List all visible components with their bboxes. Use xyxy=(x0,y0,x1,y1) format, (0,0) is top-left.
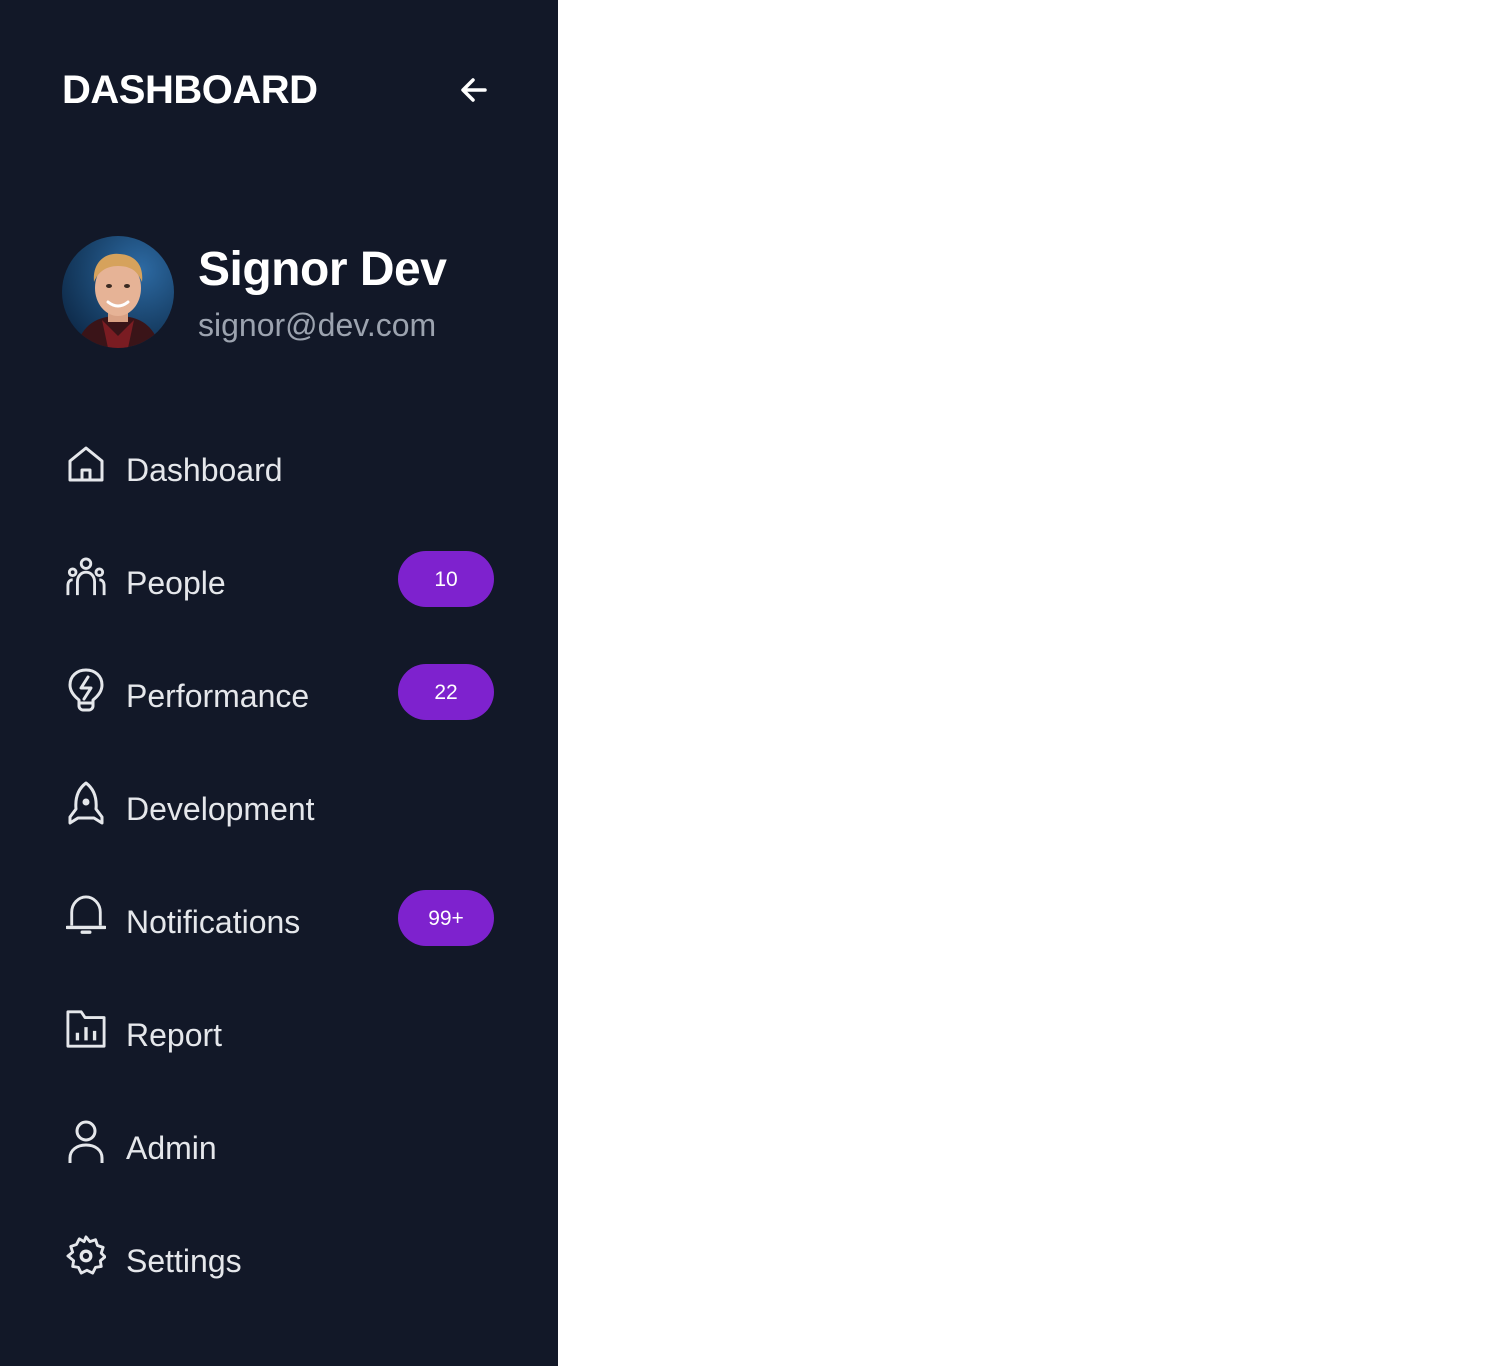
sidebar-item-label: People xyxy=(126,565,226,601)
main-content xyxy=(558,0,1492,1366)
sidebar-item-label: Notifications xyxy=(126,904,301,940)
sidebar-item-dashboard[interactable]: Dashboard xyxy=(62,432,494,545)
user-name: Signor Dev xyxy=(198,243,447,296)
home-icon xyxy=(66,442,106,486)
rocket-icon xyxy=(66,781,106,825)
sidebar-item-development[interactable]: Development xyxy=(62,771,494,884)
gear-icon xyxy=(66,1233,106,1277)
collapse-sidebar-button[interactable] xyxy=(454,70,494,110)
avatar[interactable] xyxy=(62,236,174,348)
sidebar-item-settings[interactable]: Settings xyxy=(62,1223,494,1336)
chart-icon xyxy=(66,1007,106,1051)
sidebar-item-report[interactable]: Report xyxy=(62,997,494,1110)
sidebar-item-label: Report xyxy=(126,1017,223,1053)
people-icon xyxy=(66,555,106,599)
sidebar: DASHBOARD Signor Dev signor@dev.com Dash… xyxy=(0,0,558,1366)
sidebar-item-label: Admin xyxy=(126,1130,217,1166)
sidebar-item-notifications[interactable]: Notifications 99+ xyxy=(62,884,494,997)
sidebar-item-label: Development xyxy=(126,791,315,827)
count-badge: 10 xyxy=(398,551,494,607)
user-email: signor@dev.com xyxy=(198,307,437,343)
sidebar-item-label: Dashboard xyxy=(126,452,283,488)
count-badge: 99+ xyxy=(398,890,494,946)
sidebar-nav: Dashboard People 10 Performance 22 Devel… xyxy=(62,432,494,1336)
count-badge: 22 xyxy=(398,664,494,720)
lightbulb-icon xyxy=(66,668,106,712)
sidebar-item-people[interactable]: People 10 xyxy=(62,545,494,658)
sidebar-item-performance[interactable]: Performance 22 xyxy=(62,658,494,771)
sidebar-header: DASHBOARD xyxy=(62,66,494,114)
sidebar-item-admin[interactable]: Admin xyxy=(62,1110,494,1223)
sidebar-title: DASHBOARD xyxy=(62,68,318,112)
user-icon xyxy=(66,1120,106,1164)
user-profile[interactable]: Signor Dev signor@dev.com xyxy=(62,236,502,348)
bell-icon xyxy=(66,894,106,938)
sidebar-item-label: Performance xyxy=(126,678,310,714)
arrow-left-icon xyxy=(461,78,487,102)
sidebar-item-label: Settings xyxy=(126,1243,242,1279)
